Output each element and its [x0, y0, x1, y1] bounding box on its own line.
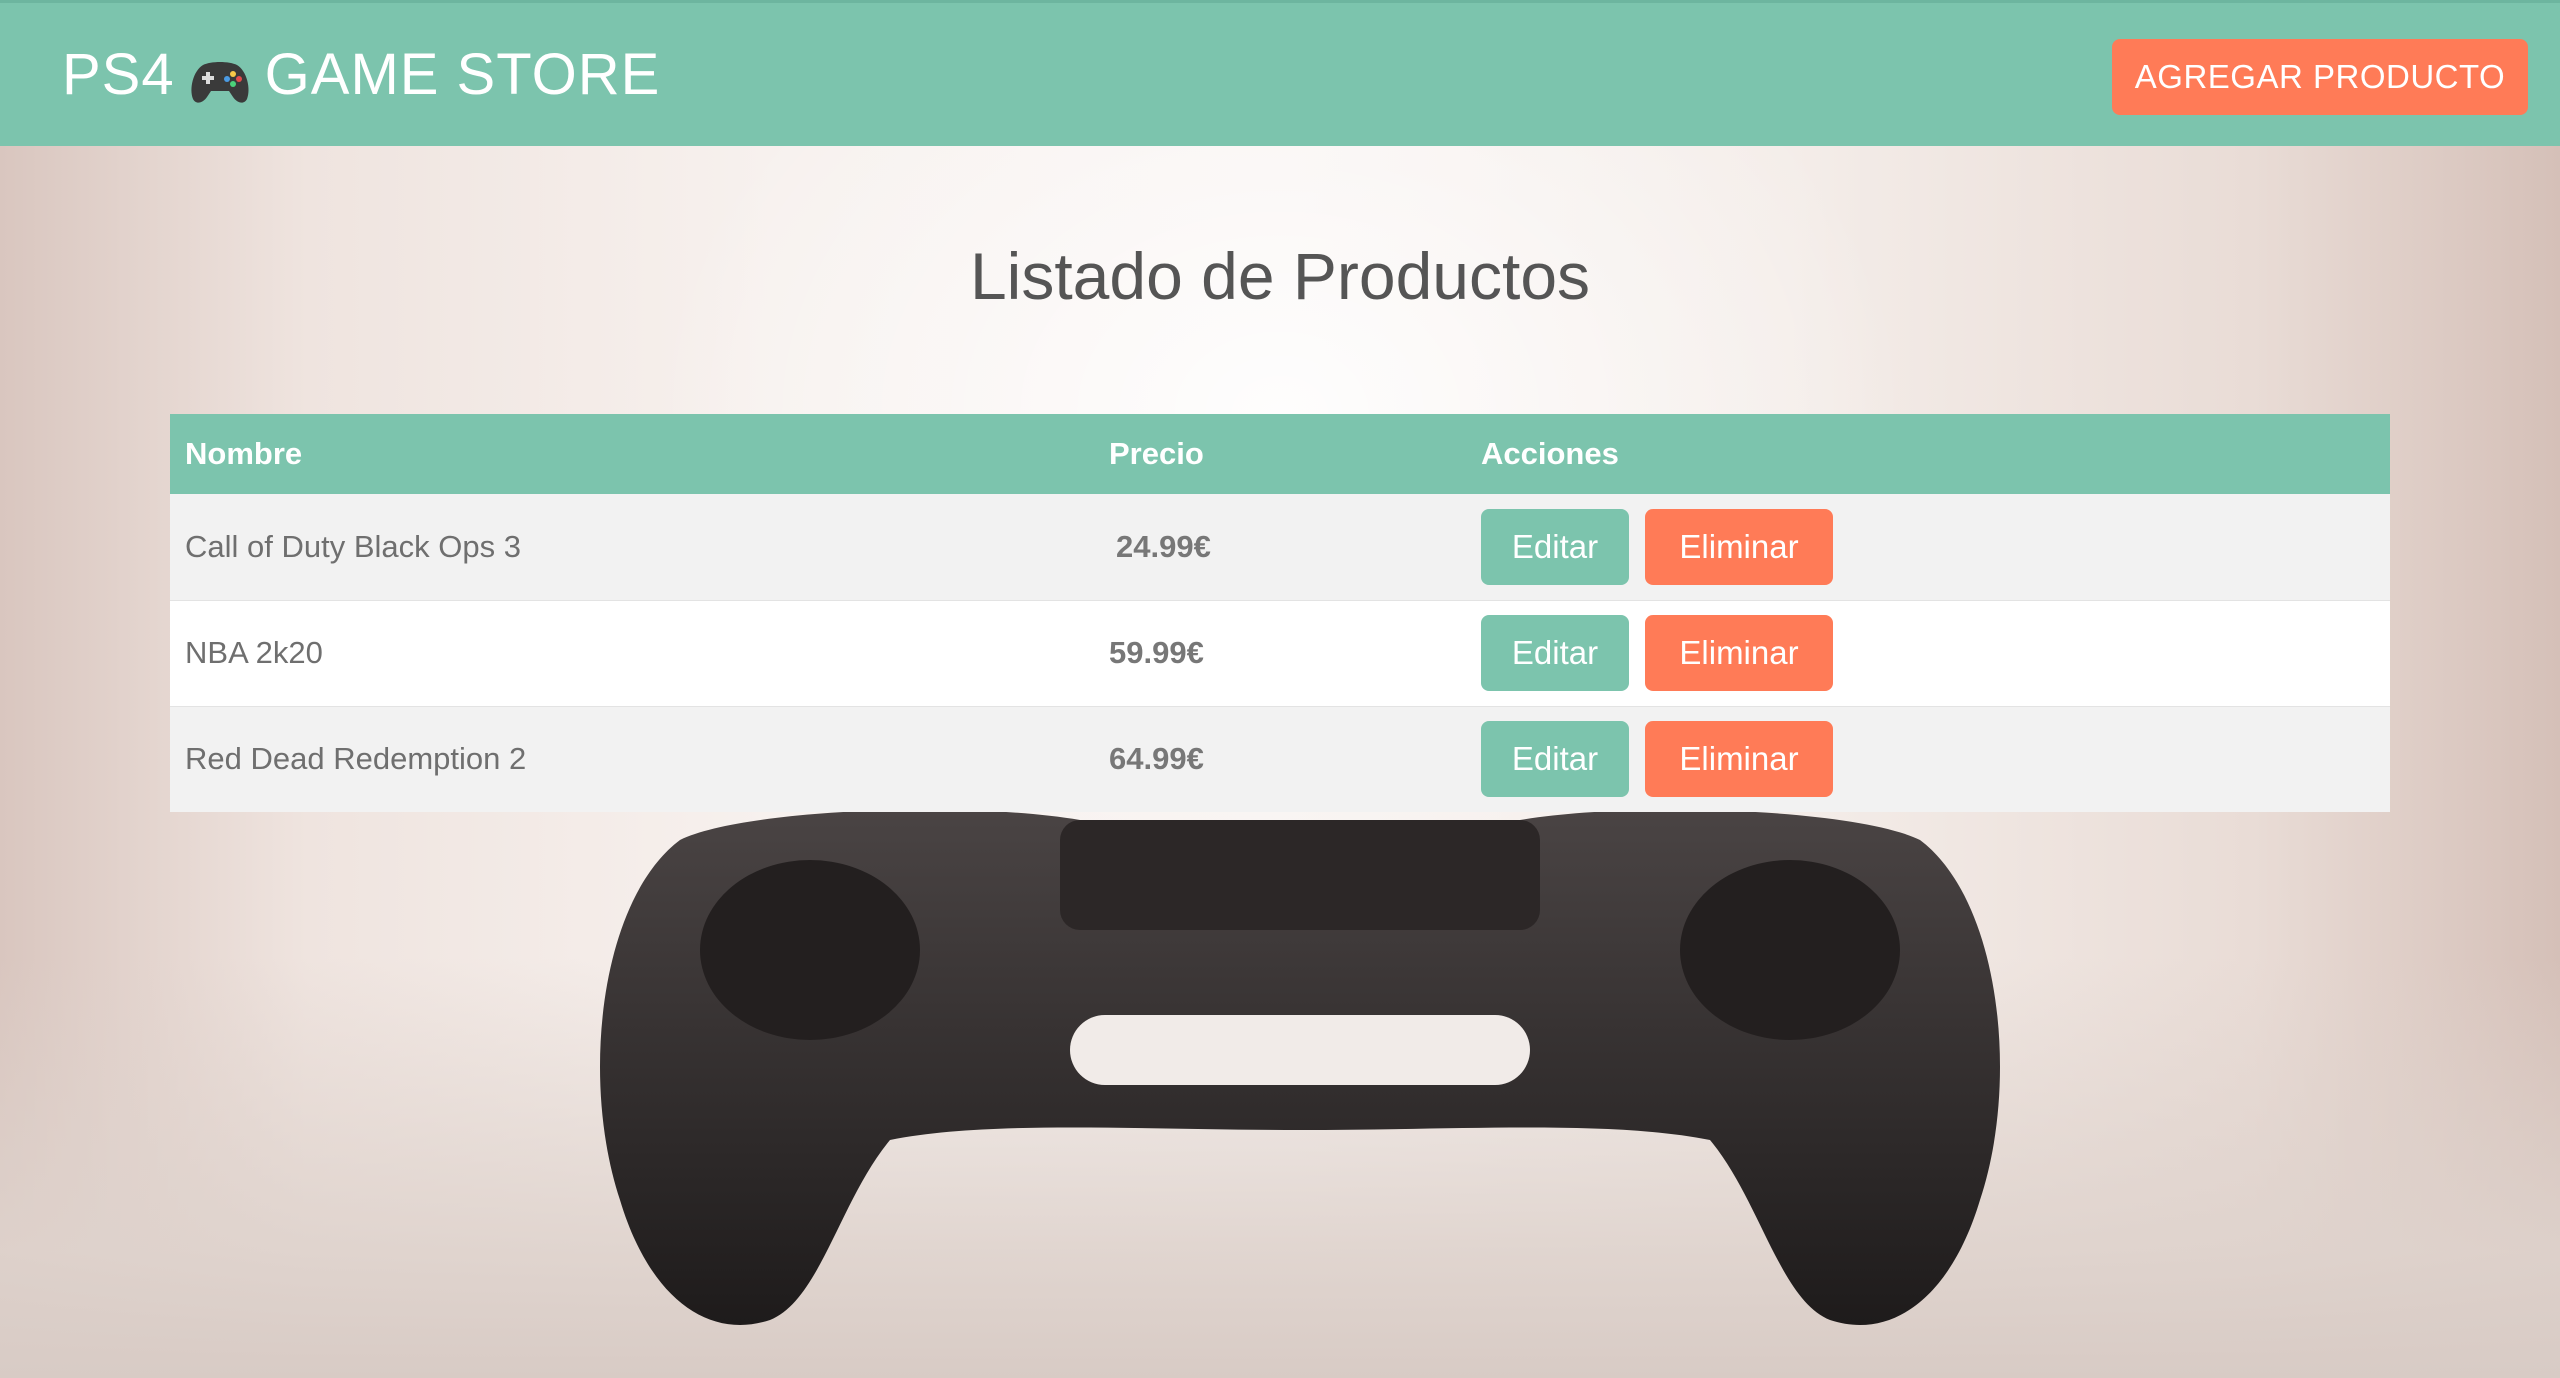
delete-button[interactable]: Eliminar: [1645, 721, 1833, 798]
product-name: Red Dead Redemption 2: [185, 741, 527, 777]
page-title: Listado de Productos: [969, 239, 1591, 313]
product-price: 59.99€: [1094, 600, 1466, 706]
products-table-container: Nombre Precio Acciones Call of Duty Blac…: [170, 414, 2390, 812]
brand-logo[interactable]: PS4 GAME STORE: [62, 41, 660, 108]
header-price: Precio: [1109, 436, 1204, 471]
table-header-row: Nombre Precio Acciones: [170, 414, 2390, 494]
product-price-value: 24.99€: [1116, 528, 1211, 564]
edit-button[interactable]: Editar: [1481, 508, 1629, 585]
gamepad-icon: [189, 52, 251, 103]
top-navbar: PS4 GAME STORE AGREGAR PRODUCTO: [0, 0, 2560, 146]
table-row: Red Dead Redemption 2 64.99€ Editar Elim…: [170, 706, 2390, 812]
actions-group: Editar Eliminar: [1481, 615, 2390, 691]
product-price: 64.99€: [1094, 706, 1466, 812]
add-product-button[interactable]: AGREGAR PRODUCTO: [2112, 39, 2528, 115]
product-price-value: 59.99€: [1109, 635, 1204, 670]
actions-group: Editar Eliminar: [1481, 721, 2390, 798]
header-name: Nombre: [185, 436, 303, 471]
delete-button[interactable]: Eliminar: [1645, 508, 1833, 585]
brand-prefix: PS4: [62, 42, 175, 107]
header-actions: Acciones: [1481, 436, 1619, 471]
product-price: 24.99€: [1094, 494, 1466, 600]
edit-button[interactable]: Editar: [1481, 615, 1629, 691]
product-actions: Editar Eliminar: [1466, 600, 2390, 706]
controller-photo: [600, 809, 2000, 1325]
edit-button[interactable]: Editar: [1481, 721, 1629, 798]
actions-group: Editar Eliminar: [1481, 508, 2390, 585]
table-row: Call of Duty Black Ops 3 24.99€ Editar E…: [170, 494, 2390, 600]
product-actions: Editar Eliminar: [1466, 494, 2390, 600]
products-table: Nombre Precio Acciones Call of Duty Blac…: [170, 414, 2390, 812]
brand-suffix: GAME STORE: [264, 42, 661, 107]
product-actions: Editar Eliminar: [1466, 706, 2390, 812]
product-price-value: 64.99€: [1109, 741, 1204, 777]
product-name: Call of Duty Black Ops 3: [185, 528, 521, 564]
delete-button[interactable]: Eliminar: [1645, 615, 1833, 691]
table-row: NBA 2k20 59.99€ Editar Eliminar: [170, 600, 2390, 706]
product-name: NBA 2k20: [185, 635, 323, 670]
